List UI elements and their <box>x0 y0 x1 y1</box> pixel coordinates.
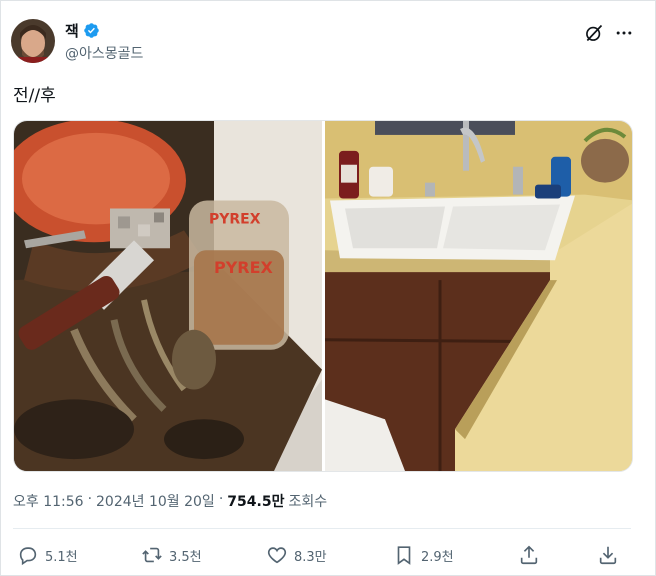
tweet-date[interactable]: 2024년 10월 20일 <box>96 491 215 511</box>
download-icon <box>599 546 617 565</box>
share-button[interactable] <box>518 541 540 569</box>
grok-icon[interactable] <box>584 23 604 43</box>
bookmark-button[interactable]: 2.9천 <box>393 541 454 569</box>
tweet-text: 전//후 <box>13 86 56 106</box>
download-button[interactable] <box>597 541 619 569</box>
tweet-time[interactable]: 오후 11:56 <box>13 491 84 511</box>
before-photo[interactable]: PYREX PYREX <box>14 121 322 471</box>
after-photo[interactable] <box>325 121 633 471</box>
action-bar: 5.1천 3.5천 8.3만 2.9천 <box>1 541 656 569</box>
share-icon <box>520 545 538 565</box>
display-name[interactable]: 잭 <box>65 20 79 41</box>
retweet-icon <box>142 547 162 563</box>
meta-separator: · <box>218 491 224 507</box>
reply-button[interactable]: 5.1천 <box>17 541 78 569</box>
avatar[interactable] <box>11 19 55 63</box>
svg-text:PYREX: PYREX <box>214 258 273 277</box>
svg-text:PYREX: PYREX <box>209 211 261 227</box>
like-button[interactable]: 8.3만 <box>266 541 327 569</box>
views-label: 조회수 <box>288 494 328 510</box>
reply-count: 5.1천 <box>45 549 78 565</box>
like-icon <box>267 547 287 564</box>
author-handle[interactable]: @아스몽골드 <box>65 43 143 63</box>
tweet-meta: 오후 11:56 · 2024년 10월 20일 · 754.5만 조회수 <box>13 491 327 511</box>
retweet-button[interactable]: 3.5천 <box>141 541 202 569</box>
views-count: 754.5만 <box>227 494 285 510</box>
author-name-row: 잭 <box>65 20 100 41</box>
like-count: 8.3만 <box>294 549 327 565</box>
bookmark-count: 2.9천 <box>421 549 454 565</box>
reply-icon <box>19 547 37 566</box>
tweet-card: 잭 @아스몽골드 전//후 PYREX PYREX 오후 11:56 · 202… <box>0 0 656 576</box>
meta-separator: · <box>87 491 93 507</box>
divider <box>13 528 631 529</box>
verified-badge-icon <box>84 23 99 38</box>
bookmark-icon <box>397 546 411 565</box>
retweet-count: 3.5천 <box>169 549 202 565</box>
more-icon[interactable] <box>613 23 635 43</box>
media-grid: PYREX PYREX <box>13 120 633 472</box>
